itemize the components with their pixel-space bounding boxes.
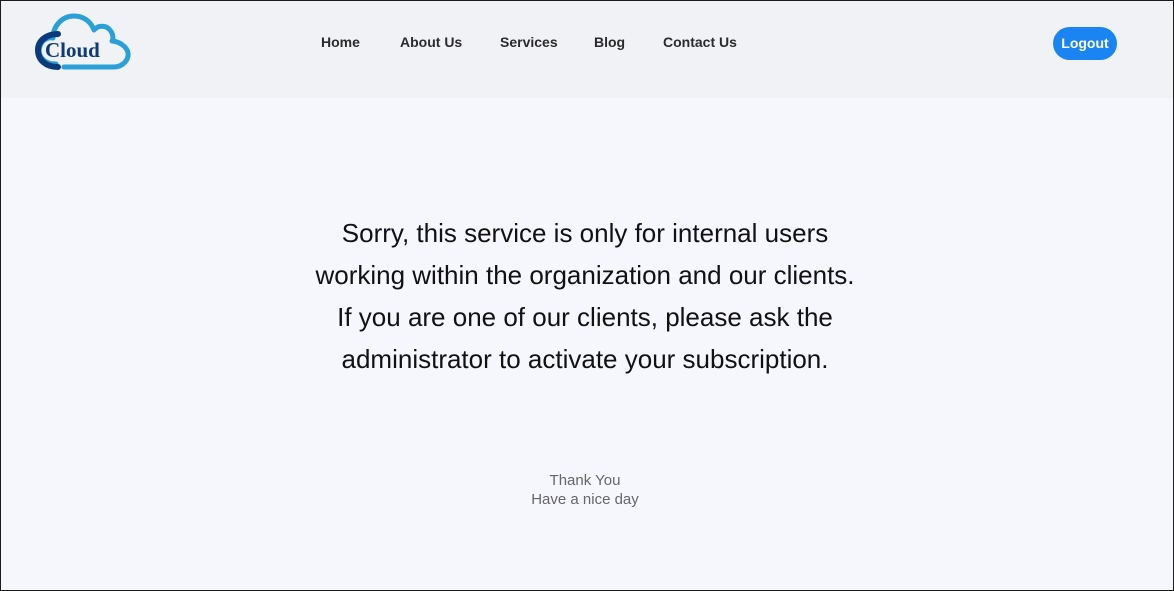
nav-blog[interactable]: Blog — [594, 32, 625, 52]
nav-services[interactable]: Services — [500, 32, 558, 52]
nav-about-us[interactable]: About Us — [400, 32, 462, 52]
main-nav: Home About Us Services Blog Contact Us — [1, 32, 1173, 52]
page: Cloud Home About Us Services Blog Contac… — [0, 0, 1174, 591]
nav-home[interactable]: Home — [321, 32, 360, 52]
thanks-line: Thank You — [549, 472, 621, 489]
header: Cloud Home About Us Services Blog Contac… — [1, 1, 1173, 98]
nice-day-line: Have a nice day — [531, 491, 639, 508]
access-denied-message: Sorry, this service is only for internal… — [315, 218, 855, 374]
thanks-block: Thank You Have a nice day — [435, 471, 735, 509]
logout-button[interactable]: Logout — [1053, 27, 1117, 60]
nav-contact-us[interactable]: Contact Us — [663, 32, 737, 52]
